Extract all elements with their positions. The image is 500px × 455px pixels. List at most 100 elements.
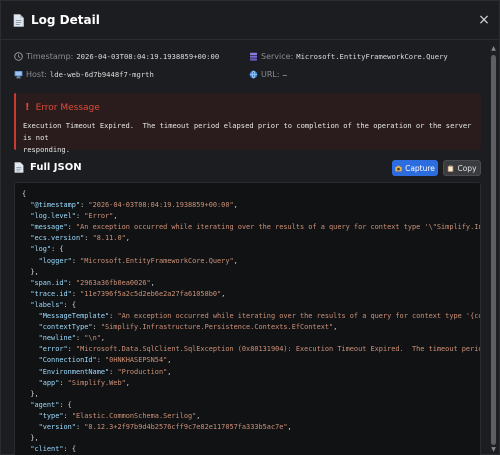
json-code-block[interactable]: { "@timestamp": "2026-04-03T08:04:19.193… [14,182,481,455]
scroll-down-arrow-icon[interactable]: ▼ [490,446,497,453]
clipboard-icon [448,164,454,172]
json-key: "contextType" [38,323,93,332]
globe-icon [249,70,258,79]
json-line: }, [22,389,480,400]
json-key: "span.id" [30,278,68,287]
server-icon [250,52,257,61]
json-value: "Elastic.CommonSchema.Serilog" [71,411,197,420]
json-key: "version" [38,422,76,431]
json-line: "agent": { [30,400,72,409]
json-key: "@timestamp" [30,201,81,210]
json-key: "error" [38,345,68,354]
json-line: }, [22,433,480,444]
json-key: "client" [30,445,64,454]
json-punctuation: }, [30,267,39,276]
json-value: "2026-04-03T08:04:19.1938859+00:00" [88,201,234,210]
json-value: "0HNKHASEPSN54" [105,356,168,365]
json-line: "MessageTemplate": "An exception occurre… [22,311,481,322]
json-line: "EnvironmentName": "Production", [38,367,172,376]
json-value: "Simplify.Web" [67,378,126,387]
json-punctuation: }, [30,389,39,398]
error-message-box: ! Error Message Execution Timeout Expire… [14,93,481,154]
json-line: "newline": "\n", [38,334,106,343]
json-punctuation: { [22,190,27,198]
service-value: Microsoft.EntityFrameworkCore.Query [296,52,448,61]
json-line: "ConnectionId": "0HNKHASEPSN54", [38,356,172,365]
json-value: "Production" [117,367,168,376]
document-icon [14,162,24,173]
json-line: { [22,189,480,200]
json-value: { [59,245,64,254]
json-line: "version": "8.12.3+2f97b9d4b2576cff9c7e8… [38,422,292,431]
json-line: "ecs.version": "8.11.0", [30,234,130,243]
json-value: "2963a36fb0ea0026" [75,278,151,287]
error-text: Execution Timeout Expired. The timeout p… [23,121,472,154]
capture-button[interactable]: Capture [392,160,438,176]
error-header: ! Error Message [25,102,100,113]
error-title: Error Message [35,102,100,113]
copy-label: Copy [457,163,477,173]
modal-title: Log Detail [31,13,100,27]
json-value: { [67,400,72,409]
json-key: "EnvironmentName" [38,367,110,376]
url-row: URL: – [249,70,287,79]
json-value: "\n" [84,334,101,343]
url-label: URL: [261,70,280,79]
json-value: { [71,300,76,309]
json-value: { [71,445,76,454]
json-value: "11e7396f5a2c5d2eb6e2a27fa61058b0" [80,289,222,298]
json-line: }, [22,267,480,278]
json-line: "log.level": "Error", [30,212,118,221]
json-key: "log.level" [30,212,76,221]
url-value: – [282,70,287,79]
json-key: "ConnectionId" [38,356,97,365]
json-key: "agent" [30,400,60,409]
json-line: "span.id": "2963a36fb0ea0026", [30,278,155,287]
json-value: "Simplify.Infrastructure.Persistence.Con… [100,323,334,332]
timestamp-value: 2026-04-03T08:04:19.1938859+00:00 [76,52,220,61]
modal-body: Timestamp: 2026-04-03T08:04:19.1938859+0… [1,41,490,455]
json-line: "app": "Simplify.Web", [38,378,130,387]
monitor-icon [14,71,23,79]
host-value: lde-web-6d7b9448f7-mgrth [49,70,154,79]
json-code-content: { "@timestamp": "2026-04-03T08:04:19.193… [22,189,481,455]
json-line: "@timestamp": "2026-04-03T08:04:19.19388… [30,201,238,210]
json-line: "labels": { [30,300,76,309]
json-value: "8.12.3+2f97b9d4b2576cff9c7e82e117057fa3… [84,422,288,431]
json-value: "Error" [84,212,114,221]
timestamp-label: Timestamp: [26,52,74,61]
capture-label: Capture [405,163,435,173]
json-key: "type" [38,411,64,420]
json-value: "Microsoft.Data.SqlClient.SqlException (… [75,345,481,354]
copy-button[interactable]: Copy [443,160,481,176]
json-key: "log" [30,245,52,254]
scrollbar[interactable]: ▲ ▼ [490,45,497,453]
modal-header: Log Detail × [1,1,500,40]
json-line: "log": { [30,245,64,254]
json-line: "error": "Microsoft.Data.SqlClient.SqlEx… [22,344,481,355]
scrollbar-thumb[interactable] [491,55,496,445]
camera-icon [395,165,402,171]
service-label: Service: [261,52,294,61]
timestamp-row: Timestamp: 2026-04-03T08:04:19.1938859+0… [14,52,219,61]
json-key: "MessageTemplate" [38,312,110,321]
scroll-up-arrow-icon[interactable]: ▲ [490,45,497,52]
json-key: "trace.id" [30,289,72,298]
json-key: "app" [38,378,60,387]
json-line: "trace.id": "11e7396f5a2c5d2eb6e2a27fa61… [30,289,226,298]
json-line: "logger": "Microsoft.EntityFrameworkCore… [38,256,238,265]
json-value: "An exception occurred while iterating o… [75,223,481,232]
json-key: "ecs.version" [30,234,85,243]
json-section-header: Full JSON [14,162,82,173]
clock-icon [14,52,23,61]
json-key: "labels" [30,300,64,309]
json-value: "An exception occurred while iterating o… [117,312,481,321]
json-punctuation: }, [30,434,39,443]
json-line: "type": "Elastic.CommonSchema.Serilog", [38,411,201,420]
host-row: Host: lde-web-6d7b9448f7-mgrth [14,70,154,79]
json-key: "logger" [38,256,72,265]
json-value: "8.11.0" [92,234,126,243]
json-line: "client": { [30,445,76,454]
close-button[interactable]: × [477,13,491,27]
log-detail-modal: Log Detail × Timestamp: 2026-04-03T08:04… [0,0,500,455]
